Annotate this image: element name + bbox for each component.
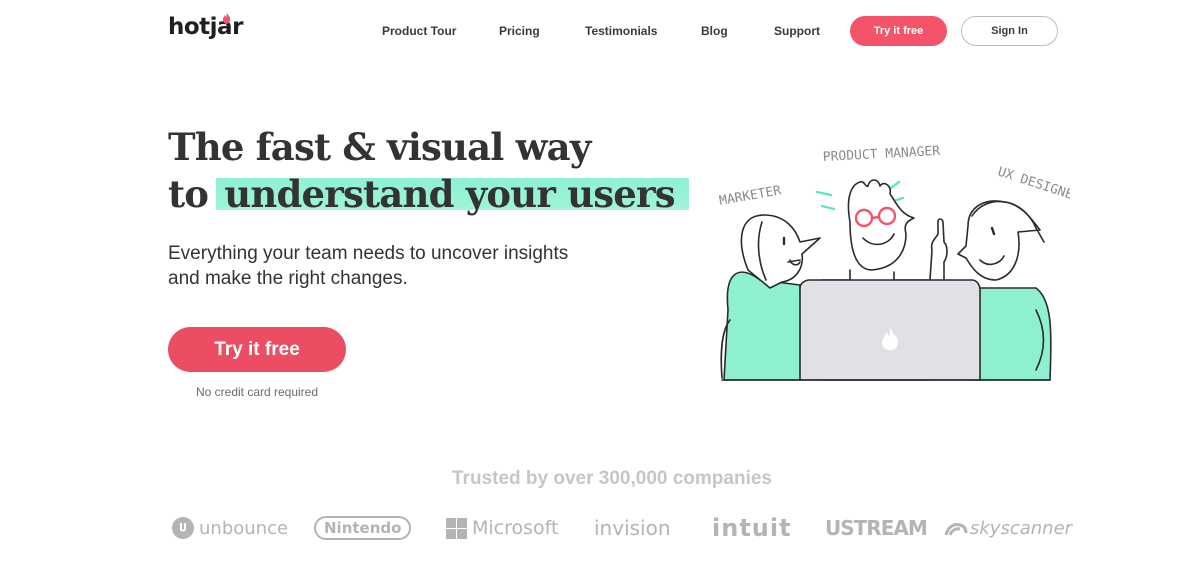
hero-try-free-button[interactable]: Try it free — [168, 327, 346, 372]
label-ux-designer: UX DESIGNER — [996, 165, 1070, 206]
logo-ustream: USTREAM — [825, 508, 928, 548]
nav-support[interactable]: Support — [774, 24, 820, 38]
team-illustration: MARKETER PRODUCT MANAGER UX DESIGNER — [718, 144, 1070, 381]
label-marketer: MARKETER — [718, 183, 782, 209]
no-credit-card-note: No credit card required — [195, 385, 319, 399]
nav-blog[interactable]: Blog — [701, 24, 728, 38]
logo-skyscanner: skyscanner — [944, 508, 1072, 548]
logo-invision: invision — [594, 508, 671, 548]
microsoft-icon — [446, 517, 467, 539]
hero-headline: The fast & visual way to understand your… — [168, 124, 689, 218]
skyscanner-icon — [944, 523, 968, 536]
nav-testimonials[interactable]: Testimonials — [585, 24, 657, 38]
logo-nintendo: Nintendo — [314, 508, 412, 548]
headline-prefix: to — [168, 172, 209, 216]
logo-intuit-text: intuit — [712, 514, 792, 542]
customer-logos: unbounce Nintendo Microsoft invision int… — [0, 508, 1200, 548]
trusted-heading: Trusted by over 300,000 companies — [452, 468, 772, 489]
hero-subtitle: Everything your team needs to uncover in… — [168, 243, 569, 289]
hotjar-logo[interactable]: hotjar — [168, 12, 243, 40]
unbounce-icon — [172, 517, 194, 539]
logo-ustream-text: USTREAM — [825, 516, 928, 540]
nav-product-tour[interactable]: Product Tour — [382, 24, 456, 38]
nav-pricing[interactable]: Pricing — [499, 24, 540, 38]
logo-skyscanner-text: skyscanner — [970, 517, 1073, 539]
logo-text: hotjar — [168, 14, 243, 40]
logo-nintendo-text: Nintendo — [314, 516, 412, 540]
logo-microsoft-text: Microsoft — [472, 517, 559, 539]
logo-invision-text: invision — [594, 516, 671, 540]
logo-intuit: intuit — [712, 508, 792, 548]
headline-line-1: The fast & visual way — [168, 125, 591, 169]
logo-microsoft: Microsoft — [446, 508, 558, 548]
header-try-free-button[interactable]: Try it free — [850, 16, 947, 46]
headline-line-2: to understand your users — [168, 171, 689, 218]
sign-in-button[interactable]: Sign In — [961, 16, 1058, 46]
logo-unbounce-text: unbounce — [199, 517, 289, 539]
headline-highlight: understand your users — [216, 172, 689, 216]
label-product-manager: PRODUCT MANAGER — [822, 144, 940, 165]
logo-unbounce: unbounce — [172, 508, 288, 548]
flame-icon — [222, 12, 231, 24]
